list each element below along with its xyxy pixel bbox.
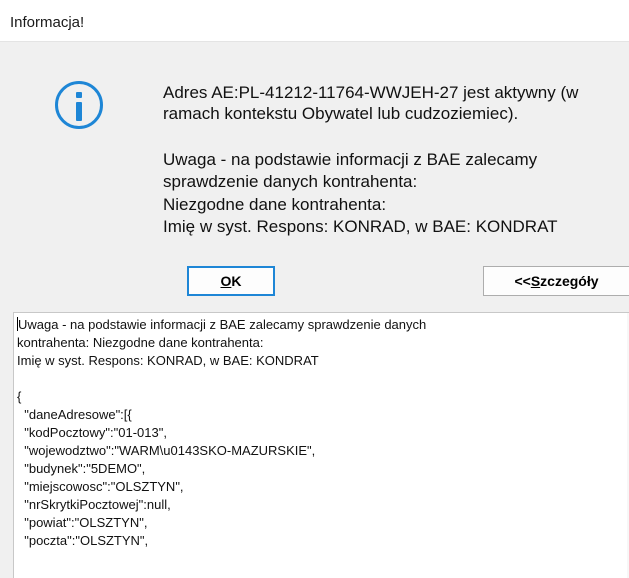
window-title: Informacja! [10, 14, 85, 31]
message-line-2: ramach kontekstu Obywatel lub cudzoziemi… [163, 104, 519, 123]
message-line-5: Niezgodne dane kontrahenta: [163, 195, 387, 214]
dialog-body [0, 42, 629, 298]
details-line-5: { [17, 389, 22, 404]
details-line-3: Imię w syst. Respons: KONRAD, w BAE: KON… [17, 353, 319, 368]
details-line-13: "poczta":"OLSZTYN", [17, 533, 149, 548]
details-line-9: "budynek":"5DEMO", [17, 461, 146, 476]
details-line-2: kontrahenta: Niezgodne dane kontrahenta: [17, 335, 264, 350]
message-line-4: sprawdzenie danych kontrahenta: [163, 172, 418, 191]
details-line-6: "daneAdresowe":[{ [17, 407, 132, 422]
details-line-12: "powiat":"OLSZTYN", [17, 515, 148, 530]
details-line-11: "nrSkrytkiPocztowej":null, [17, 497, 171, 512]
details-text: Uwaga - na podstawie informacji z BAE za… [17, 316, 617, 550]
details-line-7: "kodPocztowy":"01-013", [17, 425, 167, 440]
details-textbox[interactable]: Uwaga - na podstawie informacji z BAE za… [13, 312, 629, 578]
title-bar: Informacja! [0, 0, 629, 42]
info-icon [55, 81, 103, 129]
ok-button[interactable]: OK [187, 266, 275, 296]
details-line-10: "miejscowosc":"OLSZTYN", [17, 479, 184, 494]
details-line-1: Uwaga - na podstawie informacji z BAE za… [18, 317, 427, 332]
message-line-3: Uwaga - na podstawie informacji z BAE za… [163, 150, 538, 169]
details-line-8: "wojewodztwo":"WARM\u0143SKO-MAZURSKIE", [17, 443, 316, 458]
message-line-1: Adres AE:PL-41212-11764-WWJEH-27 jest ak… [163, 83, 579, 102]
details-toggle-button[interactable]: <<Szczegóły [483, 266, 629, 296]
message-line-6: Imię w syst. Respons: KONRAD, w BAE: KON… [163, 217, 558, 236]
